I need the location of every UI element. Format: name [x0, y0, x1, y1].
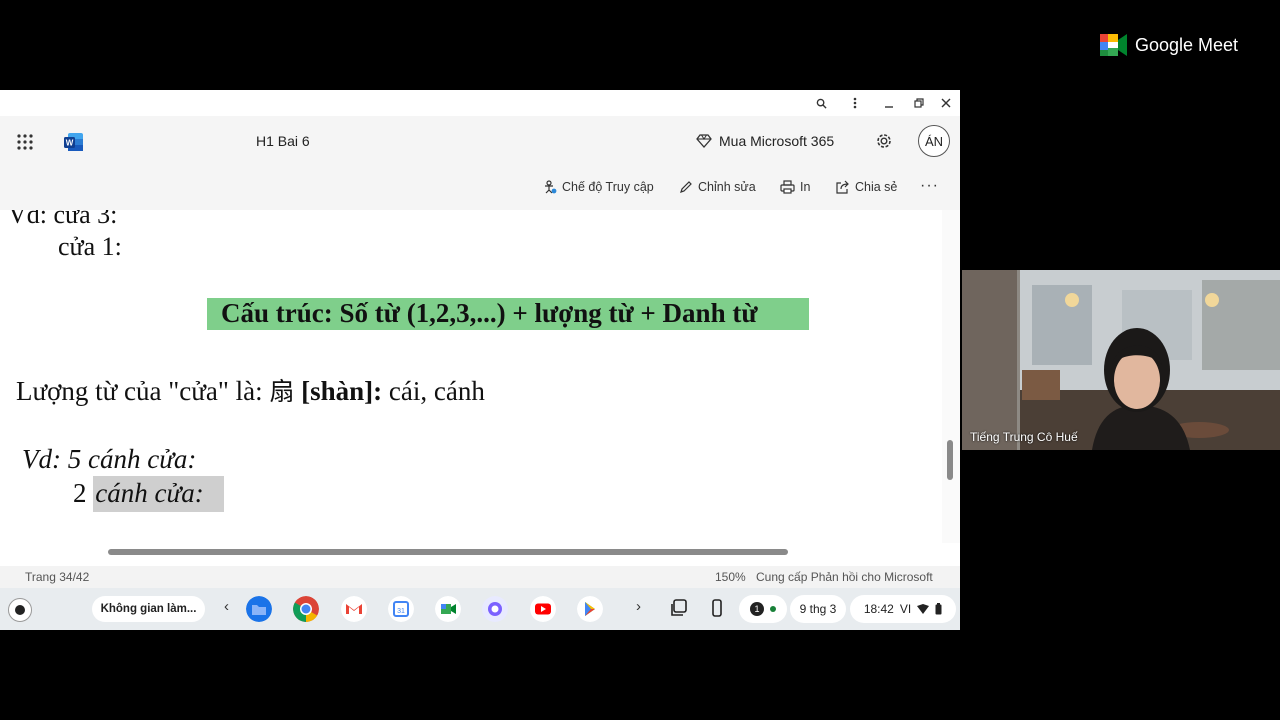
svg-text:W: W: [66, 139, 74, 148]
structure-heading: Cấu trúc: Số từ (1,2,3,...) + lượng từ +…: [221, 298, 758, 328]
page-indicator: Trang 34/42: [25, 570, 90, 584]
input-language: VI: [899, 602, 912, 616]
wifi-icon: [917, 604, 930, 614]
classifier-prefix: Lượng từ của "cửa" là:: [16, 376, 270, 406]
notification-pill[interactable]: 1: [739, 595, 787, 623]
gear-icon[interactable]: [874, 131, 894, 151]
example-two-doors: 2 cánh cửa:: [73, 476, 224, 512]
meet-app-icon[interactable]: [435, 596, 461, 622]
accessibility-icon: [545, 180, 557, 194]
shared-screen: W H1 Bai 6 Mua Microsoft 365 ÁN Chế độ T…: [0, 90, 960, 630]
classifier-meaning: cái, cánh: [382, 376, 485, 406]
horizontal-scroll-thumb[interactable]: [108, 549, 788, 555]
word-header: W H1 Bai 6 Mua Microsoft 365 ÁN: [0, 116, 960, 168]
access-mode-button[interactable]: Chế độ Truy cập: [543, 180, 654, 194]
participant-video-tile[interactable]: Tiếng Trung Cô Huế: [962, 270, 1280, 450]
google-meet-icon: [1100, 34, 1127, 56]
calendar-icon[interactable]: 31: [388, 596, 414, 622]
kebab-menu-icon[interactable]: [846, 94, 864, 112]
word-icon[interactable]: W: [64, 132, 84, 152]
feedback-link[interactable]: Cung cấp Phản hồi cho Microsoft: [756, 570, 933, 584]
zoom-level[interactable]: 150%: [715, 570, 746, 584]
doc-line-door1: cửa 1:: [58, 232, 122, 261]
classifier-line: Lượng từ của "cửa" là: 扇 [shàn]: cái, cá…: [16, 372, 485, 408]
edit-button[interactable]: Chỉnh sửa: [679, 180, 756, 194]
launcher-icon[interactable]: [8, 598, 32, 622]
doc-line-example-door3: Vd: cửa 3:: [8, 210, 118, 229]
os-shelf: Không gian làm... ‹ 31 › 1 9 thg 3 18:42…: [0, 588, 960, 630]
pencil-icon: [680, 181, 692, 193]
classifier-hanzi: 扇: [269, 377, 295, 406]
example-two-number: 2: [73, 478, 94, 508]
print-button[interactable]: In: [780, 180, 810, 194]
edit-label: Chỉnh sửa: [698, 180, 756, 194]
diamond-icon: [696, 134, 712, 148]
selected-text[interactable]: cánh cửa:: [93, 476, 224, 512]
youtube-icon[interactable]: [530, 596, 556, 622]
participant-name: Tiếng Trung Cô Huế: [970, 430, 1078, 444]
svg-text:31: 31: [397, 608, 405, 615]
word-toolbar: Chế độ Truy cập Chỉnh sửa In Chia sẻ ···: [0, 168, 960, 211]
vertical-scroll-thumb[interactable]: [947, 440, 953, 480]
word-statusbar: Trang 34/42 150% Cung cấp Phản hồi cho M…: [0, 566, 960, 588]
chevron-left-icon[interactable]: ‹: [224, 598, 229, 615]
buy-microsoft-365-button[interactable]: Mua Microsoft 365: [696, 133, 834, 149]
share-button[interactable]: Chia sẻ: [835, 180, 897, 194]
avatar[interactable]: ÁN: [918, 125, 950, 157]
app-launcher-icon[interactable]: [16, 133, 34, 151]
phone-hub-icon[interactable]: [707, 598, 727, 618]
more-options-button[interactable]: ···: [920, 177, 939, 195]
status-tray[interactable]: 18:42 VI: [850, 595, 956, 623]
classifier-pinyin: [shàn]:: [294, 376, 383, 406]
share-icon: [836, 180, 849, 194]
google-meet-logo: Google Meet: [1100, 34, 1238, 56]
notification-count: 1: [750, 602, 764, 616]
chevron-right-icon[interactable]: ›: [636, 598, 641, 615]
print-label: In: [800, 180, 811, 194]
printer-icon: [780, 180, 795, 194]
battery-icon: [935, 603, 942, 615]
copilot-icon[interactable]: [482, 596, 508, 622]
share-label: Chia sẻ: [855, 180, 898, 194]
gmail-icon[interactable]: [341, 596, 367, 622]
document-canvas[interactable]: Vd: cửa 3: cửa 1: Cấu trúc: Số từ (1,2,3…: [0, 210, 942, 543]
buy-label: Mua Microsoft 365: [719, 133, 835, 149]
recording-dot-icon: [770, 606, 776, 612]
files-app-icon[interactable]: [246, 596, 272, 622]
minimize-icon[interactable]: [880, 94, 898, 112]
holding-space-icon[interactable]: [669, 598, 689, 618]
document-title[interactable]: H1 Bai 6: [256, 133, 310, 149]
access-mode-label: Chế độ Truy cập: [562, 180, 654, 194]
restore-icon[interactable]: [910, 94, 928, 112]
window-titlebar: [0, 90, 960, 116]
zoom-icon[interactable]: [812, 94, 830, 112]
play-store-icon[interactable]: [577, 596, 603, 622]
participant-video: [962, 270, 1280, 450]
close-icon[interactable]: [937, 94, 955, 112]
date-pill[interactable]: 9 thg 3: [790, 595, 846, 623]
example-five-doors: Vd: 5 cánh cửa:: [22, 444, 197, 474]
clock: 18:42: [863, 602, 894, 616]
google-meet-brand: Google Meet: [1135, 34, 1239, 55]
desk-button[interactable]: Không gian làm...: [92, 596, 205, 622]
vertical-scrollbar[interactable]: [942, 210, 960, 543]
chrome-icon[interactable]: [293, 596, 319, 622]
